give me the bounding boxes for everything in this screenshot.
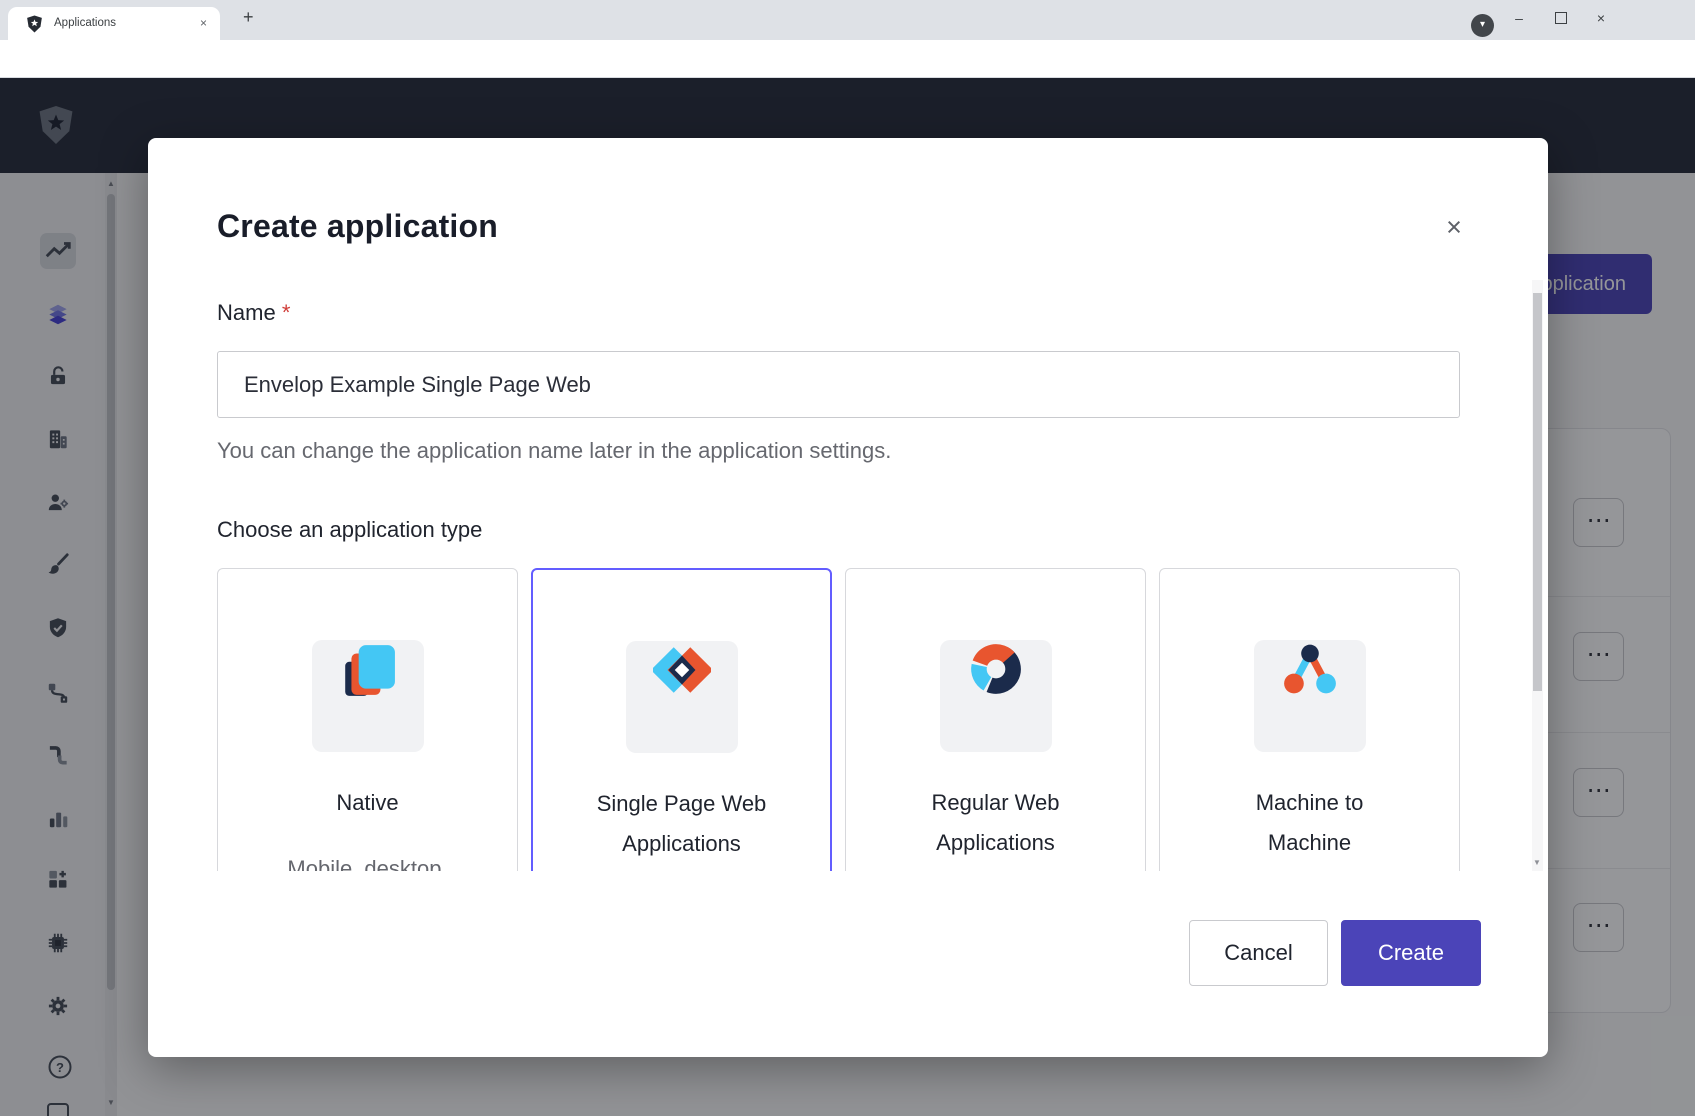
browser-tab[interactable]: Applications × <box>8 7 220 40</box>
app-type-card-machine-to-machine[interactable]: Machine to Machine Applications <box>1159 568 1460 871</box>
application-name-input[interactable] <box>217 351 1460 418</box>
window-minimize-button[interactable]: – <box>1501 6 1537 32</box>
window-maximize-button[interactable] <box>1543 6 1579 32</box>
browser-tab-bar: Applications × + ▾ – × <box>0 0 1695 40</box>
name-help-text: You can change the application name late… <box>217 438 891 464</box>
window-close-button[interactable]: × <box>1583 6 1619 32</box>
card-title: Machine to Machine Applications <box>1217 783 1402 871</box>
card-description: Mobile, desktop, CLI and smart device ap… <box>275 850 460 871</box>
browser-toolbar: manage.auth0.com/dashboard/eu/dream-watc… <box>0 40 1695 78</box>
modal-scrollbar-thumb[interactable] <box>1533 293 1542 691</box>
name-field-label: Name * <box>217 300 290 326</box>
single-page-app-icon <box>653 641 711 699</box>
application-type-label: Choose an application type <box>217 517 482 543</box>
tab-favicon-auth0-icon <box>26 15 43 33</box>
app-type-card-regular-web[interactable]: Regular Web Applications Traditional web… <box>845 568 1146 871</box>
card-title: Native <box>275 783 460 823</box>
spa-icon-box <box>626 641 738 753</box>
browser-update-indicator-icon[interactable]: ▾ <box>1471 14 1494 37</box>
native-icon <box>339 640 397 698</box>
card-title: Regular Web Applications <box>903 783 1088 863</box>
modal-scroll-down-icon[interactable]: ▼ <box>1533 858 1541 867</box>
app-type-card-single-page-web[interactable]: Single Page Web Applications A JavaScrip… <box>531 568 832 871</box>
modal-close-icon[interactable]: × <box>1434 208 1474 248</box>
card-title: Single Page Web Applications <box>589 784 774 864</box>
regular-web-app-icon <box>967 640 1025 698</box>
screen: Applications × + ▾ – × manage.auth0.com/… <box>0 0 1695 1116</box>
required-asterisk: * <box>282 300 291 325</box>
modal-title: Create application <box>217 208 498 245</box>
tab-close-icon[interactable]: × <box>200 16 207 30</box>
app-type-card-native[interactable]: Native Mobile, desktop, CLI and smart de… <box>217 568 518 871</box>
modal-body: Name * You can change the application na… <box>148 280 1536 871</box>
tab-title: Applications <box>54 17 116 29</box>
machine-to-machine-icon <box>1281 640 1339 698</box>
create-button[interactable]: Create <box>1341 920 1481 986</box>
native-icon-box <box>312 640 424 752</box>
create-application-modal: Create application × Name * You can chan… <box>148 138 1548 1057</box>
application-type-cards: Native Mobile, desktop, CLI and smart de… <box>217 568 1460 871</box>
cancel-button[interactable]: Cancel <box>1189 920 1328 986</box>
modal-scrollbar[interactable]: ▼ <box>1532 280 1543 871</box>
new-tab-button[interactable]: + <box>243 7 254 28</box>
regular-web-icon-box <box>940 640 1052 752</box>
m2m-icon-box <box>1254 640 1366 752</box>
